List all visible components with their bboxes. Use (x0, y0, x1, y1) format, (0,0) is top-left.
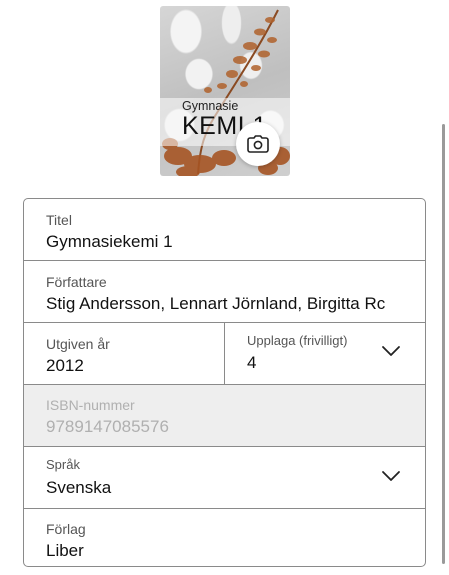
isbn-placeholder: 9789147085576 (46, 417, 169, 436)
isbn-label: ISBN-nummer (46, 397, 135, 413)
year-field[interactable]: Utgiven år 2012 (24, 323, 225, 384)
language-value[interactable]: Svenska (46, 478, 111, 498)
change-cover-photo-button[interactable] (236, 122, 280, 166)
camera-icon (247, 135, 269, 153)
year-input[interactable]: 2012 (46, 356, 84, 376)
title-label: Titel (46, 212, 72, 228)
title-field[interactable]: Titel Gymnasiekemi 1 (24, 199, 425, 261)
publisher-field[interactable]: Förlag Liber (24, 509, 425, 566)
book-details-form: Titel Gymnasiekemi 1 Författare Stig And… (23, 198, 426, 567)
edition-value[interactable]: 4 (247, 353, 256, 373)
edition-select[interactable]: Upplaga (frivilligt) 4 (225, 323, 425, 384)
isbn-field: ISBN-nummer 9789147085576 (24, 385, 425, 447)
author-field[interactable]: Författare Stig Andersson, Lennart Jörnl… (24, 261, 425, 323)
author-label: Författare (46, 274, 107, 290)
cover-subtitle: Gymnasie (182, 99, 239, 113)
year-edition-row: Utgiven år 2012 Upplaga (frivilligt) 4 (24, 323, 425, 385)
title-input[interactable]: Gymnasiekemi 1 (46, 232, 173, 252)
language-select[interactable]: Språk Svenska (24, 447, 425, 509)
author-input[interactable]: Stig Andersson, Lennart Jörnland, Birgit… (46, 294, 385, 314)
language-label: Språk (46, 457, 80, 472)
publisher-input[interactable]: Liber (46, 541, 84, 561)
scrollbar[interactable] (442, 124, 445, 564)
edition-label: Upplaga (frivilligt) (247, 333, 348, 348)
year-label: Utgiven år (46, 336, 110, 352)
publisher-label: Förlag (46, 521, 86, 537)
chevron-down-icon[interactable] (381, 345, 401, 357)
chevron-down-icon[interactable] (381, 470, 401, 482)
